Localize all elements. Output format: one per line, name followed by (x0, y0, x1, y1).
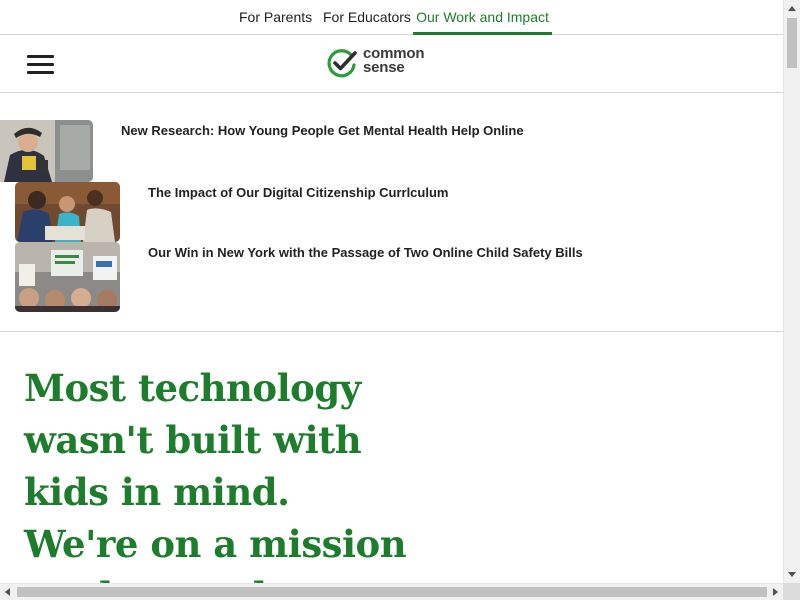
hero-headline: Most technology wasn't built with kids i… (24, 362, 424, 583)
hamburger-menu-icon[interactable] (27, 55, 54, 75)
nav-our-work-and-impact[interactable]: Our Work and Impact (413, 0, 552, 35)
scroll-right-arrow-icon[interactable] (773, 588, 778, 596)
hero-line: kids in mind. (24, 470, 290, 514)
hero-line: Most technology (24, 366, 361, 410)
news-thumbnail-new-york-bills[interactable] (15, 242, 120, 312)
news-list: New Research: How Young People Get Menta… (0, 93, 783, 332)
common-sense-logo[interactable]: common sense (326, 46, 436, 80)
scroll-down-arrow-icon[interactable] (788, 572, 796, 577)
hero-line: to change that. (24, 570, 424, 583)
vertical-scrollbar[interactable] (783, 0, 800, 583)
news-link-digital-citizenship[interactable]: The Impact of Our Digital Citizenship Cu… (148, 185, 448, 200)
logo-word-sense: sense (363, 59, 405, 76)
top-navigation: For Parents For Educators Our Work and I… (0, 0, 783, 35)
hero-line: We're on a mission (24, 522, 407, 566)
scroll-left-arrow-icon[interactable] (5, 588, 10, 596)
horizontal-scroll-thumb[interactable] (17, 587, 767, 597)
news-thumbnail-digital-citizenship[interactable] (15, 182, 120, 242)
nav-for-parents[interactable]: For Parents (239, 0, 312, 35)
page-viewport: For Parents For Educators Our Work and I… (0, 0, 783, 583)
scroll-up-arrow-icon[interactable] (788, 6, 796, 11)
news-thumbnail-mental-health[interactable] (0, 120, 93, 182)
scrollbar-corner (783, 583, 800, 600)
nav-for-educators[interactable]: For Educators (323, 0, 411, 35)
vertical-scroll-thumb[interactable] (787, 18, 797, 68)
news-link-new-york-bills[interactable]: Our Win in New York with the Passage of … (148, 245, 583, 260)
news-link-mental-health[interactable]: New Research: How Young People Get Menta… (121, 123, 524, 138)
checkmark-circle-icon (327, 49, 357, 78)
horizontal-scrollbar[interactable] (0, 583, 783, 600)
site-header: common sense (0, 35, 783, 93)
hero-line: wasn't built with (24, 418, 362, 462)
